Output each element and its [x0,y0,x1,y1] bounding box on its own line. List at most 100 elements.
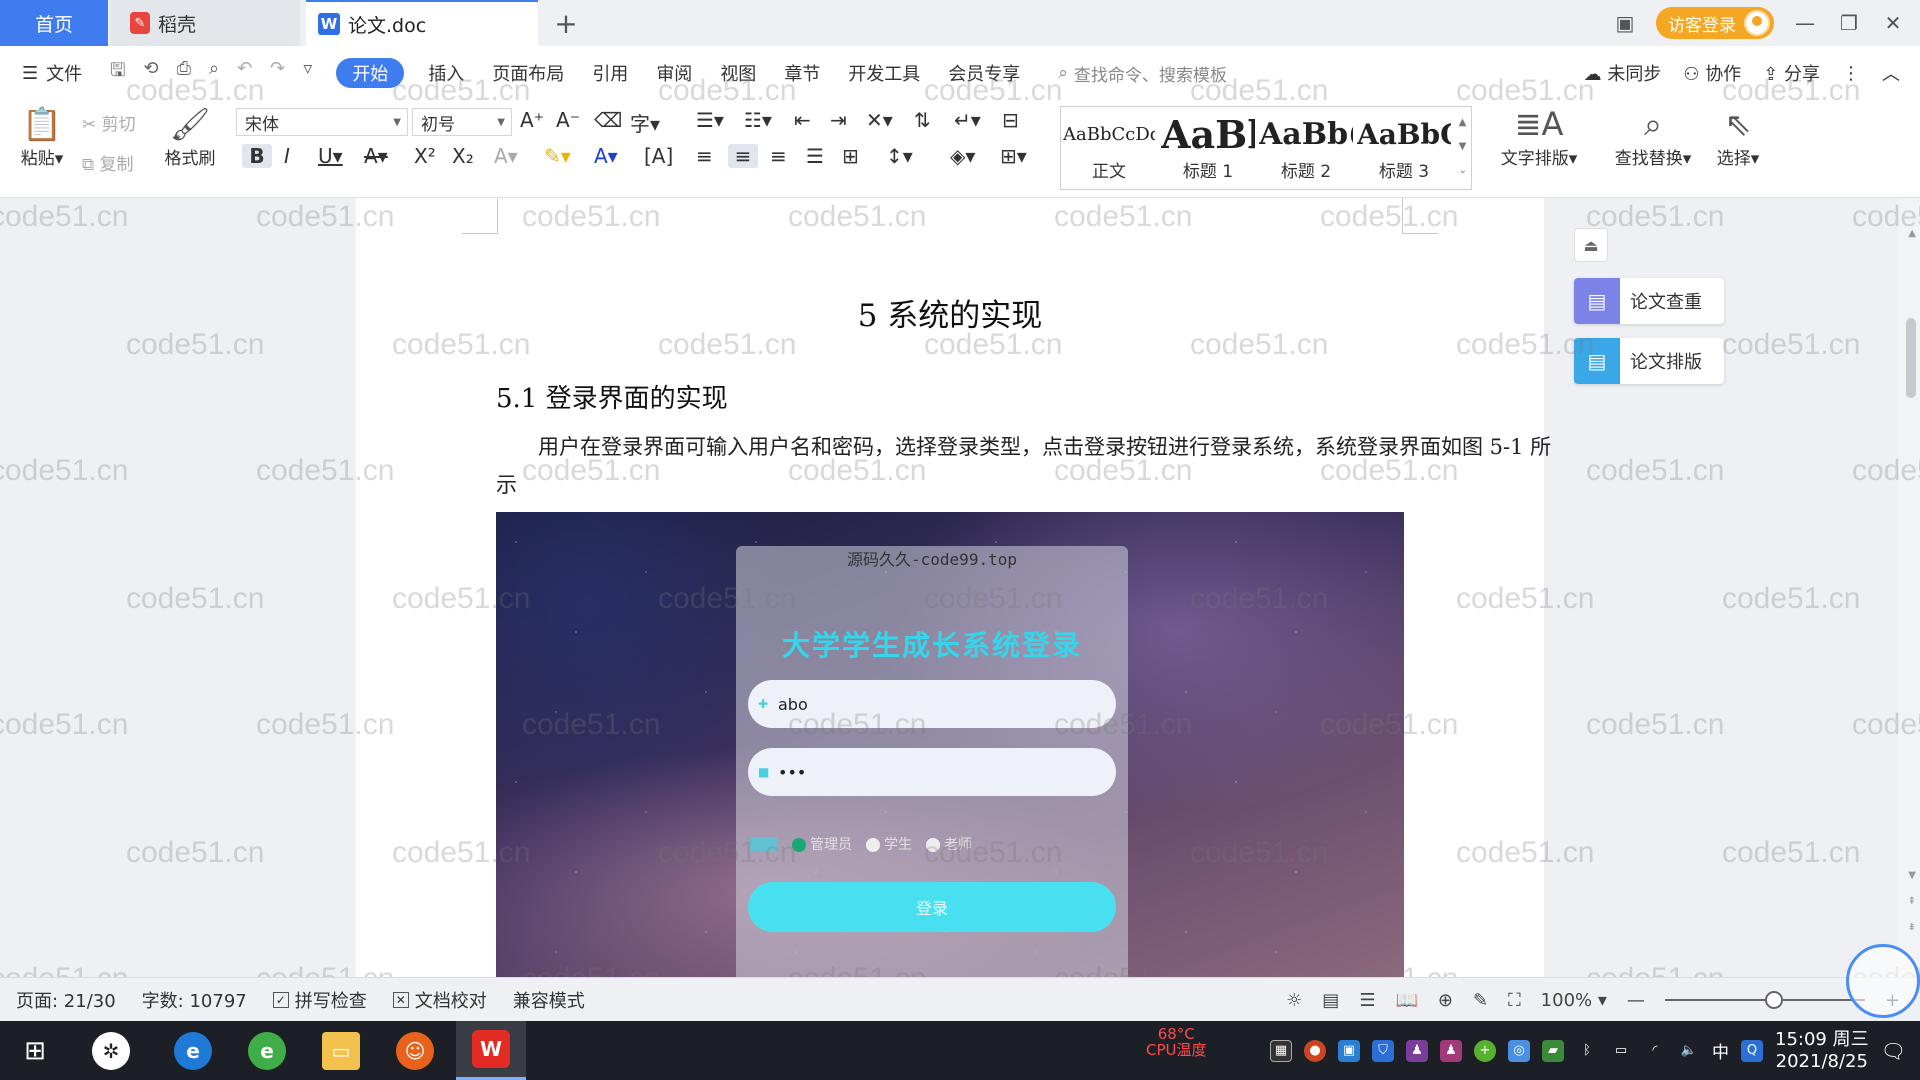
redo-icon[interactable]: ↷ [270,58,285,88]
collapse-panel-button[interactable]: ⏏ [1574,228,1608,262]
grow-font-icon[interactable]: A⁺ [520,108,544,132]
taskbar-app-game[interactable]: ☺ [380,1021,450,1080]
align-right-icon[interactable]: ≡ [770,144,787,168]
justify-icon[interactable]: ☰ [806,144,824,168]
search-tray-icon[interactable]: Q [1741,1039,1763,1062]
superscript-button[interactable]: X² [414,144,436,168]
tray-app-icon[interactable]: ● [1304,1039,1326,1062]
tray-penguin-icon[interactable]: ♟ [1406,1039,1428,1062]
clear-format-icon[interactable]: ⌫ [594,108,622,132]
zoom-slider-knob[interactable] [1764,991,1783,1009]
floating-assistant[interactable] [1846,944,1920,1018]
bullet-list-icon[interactable]: ☰▾ [696,108,724,132]
shading-icon[interactable]: ◈▾ [950,144,975,168]
customize-dropdown-icon[interactable]: ▿ [303,58,312,88]
taskbar-app-wps[interactable]: W [456,1021,526,1080]
vertical-scrollbar[interactable]: ▲ ▼ ⇞ ⇟ [1898,198,1920,977]
tab-document[interactable]: W 论文.doc [306,0,538,46]
zoom-level[interactable]: 100% ▾ [1541,990,1607,1011]
zoom-slider[interactable] [1664,991,1865,1009]
print-icon[interactable]: ⎙ [177,58,191,88]
tab-stop-icon[interactable]: ⊟ [1002,108,1019,132]
tray-cloud-icon[interactable]: ◎ [1508,1039,1530,1062]
zoom-out-icon[interactable]: — [1627,990,1645,1011]
borders-icon[interactable]: ⊞▾ [1000,144,1027,168]
undo-icon[interactable]: ↶ [237,58,252,88]
eye-protect-icon[interactable]: ☼ [1286,990,1302,1011]
italic-button[interactable]: I [284,144,290,168]
taskbar-app-explorer[interactable]: ▭ [306,1021,376,1080]
font-name-select[interactable]: 宋体 ▼ [236,108,408,136]
scroll-down-icon[interactable]: ▼ [1908,870,1916,881]
tray-penguin2-icon[interactable]: ♟ [1440,1039,1462,1062]
scroll-up-icon[interactable]: ▲ [1908,228,1916,239]
select-button[interactable]: ⇖ 选择▾ [1708,104,1768,169]
tab-view[interactable]: 视图 [706,46,770,100]
collab-button[interactable]: ⚇ 协作 [1683,60,1741,86]
tray-monitor-icon[interactable]: ▦ [1270,1039,1292,1062]
fit-page-icon[interactable]: ⛶ [1508,990,1521,1011]
taskbar-app-ie[interactable]: e [158,1021,228,1080]
paper-format-button[interactable]: ▤ 论文排版 [1574,338,1724,384]
style-normal[interactable]: AaBbCcDd 正文 [1063,107,1155,191]
sort-icon[interactable]: ⇅ [914,108,931,132]
read-mode-icon[interactable]: 📖 [1395,990,1417,1011]
highlight-icon[interactable]: ✎▾ [544,144,571,168]
tab-start[interactable]: 开始 [336,58,405,88]
page-view-icon[interactable]: ▤ [1322,990,1339,1011]
show-marks-icon[interactable]: ↵▾ [954,108,981,132]
tab-insert[interactable]: 插入 [414,46,478,100]
prev-page-icon[interactable]: ⇞ [1908,896,1916,907]
ime-indicator[interactable]: 中 [1712,1038,1729,1063]
cut-button[interactable]: ✂ 剪切 [82,110,136,135]
taskbar-app-pinwheel[interactable]: ✲ [76,1021,146,1080]
tray-network-app-icon[interactable]: ▣ [1338,1039,1360,1062]
underline-button[interactable]: U▾ [318,144,343,168]
spell-check-toggle[interactable]: ✓ 拼写检查 [272,987,367,1013]
collapse-ribbon-icon[interactable]: ︿ [1882,60,1900,86]
web-view-icon[interactable]: ⊕ [1438,990,1453,1011]
text-effect-button[interactable]: A▾ [494,144,518,168]
write-mode-icon[interactable]: ✎ [1473,990,1488,1011]
text-layout-button[interactable]: ≣A 文字排版▾ [1494,104,1584,169]
tray-shield-icon[interactable]: ⛉ [1372,1039,1394,1062]
visitor-login-button[interactable]: 访客登录 [1656,7,1774,39]
wifi-icon[interactable]: ◜ [1644,1039,1666,1062]
tray-plus-icon[interactable]: + [1474,1039,1496,1062]
tab-member[interactable]: 会员专享 [934,46,1034,100]
align-center-icon[interactable]: ≡ [728,144,758,168]
distribute-icon[interactable]: ⊞ [842,144,859,168]
page-indicator[interactable]: 页面: 21/30 [16,987,116,1013]
start-button[interactable]: ⊞ [0,1021,70,1080]
paste-button[interactable]: 📋 粘贴▾ [14,104,70,169]
file-menu[interactable]: ☰ 文件 [0,46,96,100]
style-heading-3[interactable]: AaBbC 标题 3 [1357,107,1451,191]
clock[interactable]: 15:09 周三 2021/8/25 [1775,1029,1869,1073]
minimize-icon[interactable]: — [1792,11,1818,35]
bold-button[interactable]: B [242,144,272,168]
style-heading-2[interactable]: AaBb( 标题 2 [1259,107,1353,191]
style-heading-1[interactable]: AaBl 标题 1 [1161,107,1255,191]
next-page-icon[interactable]: ⇟ [1908,922,1916,933]
chinese-layout-icon[interactable]: ✕▾ [866,108,893,132]
share-button[interactable]: ⇪ 分享 [1763,60,1820,86]
styles-scroll[interactable]: ▲ ▼ ⌄ [1459,111,1467,183]
word-count[interactable]: 字数: 10797 [142,987,247,1013]
tray-nvidia-icon[interactable]: ▰ [1542,1039,1564,1062]
increase-indent-icon[interactable]: ⇥ [830,108,847,132]
battery-icon[interactable]: ▭ [1610,1039,1632,1062]
font-size-select[interactable]: 初号 ▼ [412,108,512,136]
align-left-icon[interactable]: ≡ [696,144,713,168]
tab-daoke[interactable]: ✎ 稻壳 [110,0,300,46]
scrollbar-thumb[interactable] [1906,318,1916,398]
tab-home[interactable]: 首页 [0,0,108,46]
close-icon[interactable]: ✕ [1880,11,1906,35]
sync-button[interactable]: ☁ 未同步 [1584,60,1662,86]
document-page[interactable]: 5 系统的实现 5.1 登录界面的实现 用户在登录界面可输入用户名和密码，选择登… [356,198,1551,977]
layout-icon[interactable]: ▣ [1612,11,1638,35]
bluetooth-icon[interactable]: ᛒ [1576,1039,1598,1062]
char-border-icon[interactable]: [A] [644,144,673,168]
restore-icon[interactable]: ❐ [1836,11,1862,35]
taskbar-app-360[interactable]: e [232,1021,302,1080]
pinyin-icon[interactable]: 字▾ [630,108,660,137]
